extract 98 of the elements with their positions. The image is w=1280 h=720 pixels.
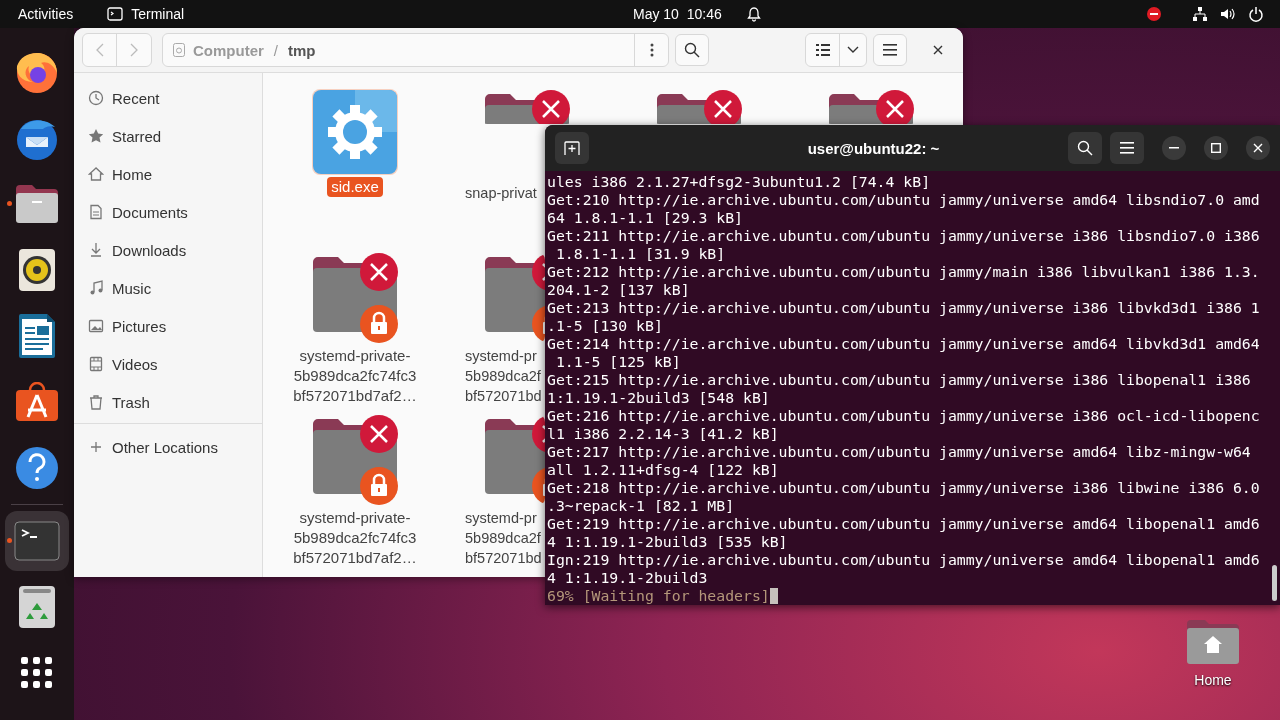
terminal-line: 4 1:1.19.1-2build3 <box>547 569 709 587</box>
minimize-button[interactable] <box>1162 136 1186 160</box>
close-icon <box>1253 143 1263 153</box>
sidebar-item[interactable]: Recent <box>74 79 262 117</box>
more-icon <box>649 43 654 57</box>
maximize-button[interactable] <box>1204 136 1228 160</box>
file-name[interactable]: systemd-private- 5b989dca2fc74fc3 bf572071bd7af2… <box>289 345 421 406</box>
terminal-icon <box>14 521 60 561</box>
terminal-line: 1.8.1-1.1 [31.9 kB] <box>554 245 727 263</box>
clock[interactable]: May 10 10:46 <box>633 6 722 22</box>
terminal-line: 1:1.19.1-2build3 [548 kB] <box>547 389 771 407</box>
sidebar-item[interactable]: Music <box>74 269 262 307</box>
close-icon <box>933 45 943 55</box>
terminal-line: Ign:219 http://ie.archive.ubuntu.com/ubuntu jammy/universe amd64 libopenal1 amd6 <box>547 551 1261 569</box>
activities-button[interactable]: Activities <box>18 6 74 22</box>
file-name[interactable]: systemd-pr 5b989dca2f bf572071bd <box>465 508 542 569</box>
download-icon <box>88 242 104 258</box>
terminal-line: ules i386 2.1.27+dfsg2-3ubuntu1.2 [74.4 kB] <box>547 173 932 191</box>
bell-icon <box>745 6 762 22</box>
volume-icon[interactable] <box>1220 6 1236 22</box>
terminal-line: Get:211 http://ie.archive.ubuntu.com/ubuntu jammy/universe i386 libsndio7.0 i386 <box>547 227 1261 245</box>
terminal-line: 1.1-5 [125 kB] <box>554 353 682 371</box>
menu-icon <box>883 44 897 56</box>
path-crumb[interactable]: tmp <box>288 41 316 59</box>
sidebar-item[interactable]: Videos <box>74 345 262 383</box>
new-tab-button[interactable] <box>555 132 589 164</box>
text-cursor <box>769 588 778 604</box>
picture-icon <box>88 318 104 334</box>
document-icon <box>18 313 56 359</box>
app-menu[interactable]: Terminal <box>131 6 185 22</box>
terminal-line: Get:219 http://ie.archive.ubuntu.com/ubuntu jammy/universe amd64 libopenal1 amd6 <box>547 515 1261 533</box>
terminal-line: Get:216 http://ie.archive.ubuntu.com/ubuntu jammy/universe i386 ocl-icd-libopenc <box>547 407 1261 425</box>
home-folder-icon[interactable] <box>1185 618 1241 666</box>
terminal-line: Get:218 http://ie.archive.ubuntu.com/ubuntu jammy/universe i386 libwine i386 6.0 <box>547 479 1261 497</box>
star-icon <box>88 128 104 144</box>
search-icon <box>684 42 700 58</box>
terminal-line: 204.1-2 [137 kB] <box>547 281 691 299</box>
power-icon[interactable] <box>1248 6 1264 22</box>
terminal-line: Get:210 http://ie.archive.ubuntu.com/ubuntu jammy/universe amd64 libsndio7.0 amd <box>547 191 1261 209</box>
sidebar-item[interactable]: Home <box>74 155 262 193</box>
minimize-icon <box>1169 147 1179 149</box>
sidebar-item[interactable]: Documents <box>74 193 262 231</box>
progress-status: 69% [Waiting for headers] <box>547 587 770 605</box>
terminal-line: .3~repack-1 [82.1 MB] <box>547 497 736 515</box>
trash-icon <box>88 394 104 410</box>
app-grid-icon <box>21 657 53 689</box>
terminal-line: 64 1.8.1-1.1 [29.3 kB] <box>547 209 744 227</box>
plus-icon <box>88 439 104 455</box>
terminal-line: 4 1:1.19.1-2build3 [535 kB] <box>547 533 789 551</box>
window-title: user@ubuntu22: ~ <box>806 139 941 157</box>
desktop-icon-label[interactable]: Home <box>1194 672 1232 688</box>
music-note-icon <box>88 280 104 296</box>
terminal-line: l1 i386 2.2.14-3 [41.2 kB] <box>547 425 780 443</box>
sidebar-item[interactable]: Trash <box>74 383 262 421</box>
terminal-line: Get:217 http://ie.archive.ubuntu.com/ubuntu jammy/universe amd64 libz-mingw-w64 <box>547 443 1252 461</box>
film-icon <box>88 356 104 372</box>
caret-icon <box>847 46 859 54</box>
file-name[interactable]: sid.exe <box>327 177 383 197</box>
sidebar-item[interactable]: Other Locations <box>74 428 262 466</box>
sidebar-item[interactable]: Starred <box>74 117 262 155</box>
maximize-icon <box>1211 143 1221 153</box>
drive-icon <box>173 43 185 57</box>
search-icon <box>1077 140 1093 156</box>
file-name[interactable]: snap-privat <box>465 183 537 203</box>
terminal-line: Get:213 http://ie.archive.ubuntu.com/ubuntu jammy/universe i386 libvkd3d1 i386 1 <box>547 299 1261 317</box>
terminal-line: all 1.2.11+dfsg-4 [122 kB] <box>547 461 780 479</box>
menu-button[interactable] <box>873 34 907 66</box>
document-icon <box>88 204 104 220</box>
list-icon <box>815 44 830 56</box>
shopping-bag-icon <box>14 382 60 422</box>
terminal-line: Get:212 http://ie.archive.ubuntu.com/ubuntu jammy/main i386 libvulkan1 i386 1.3. <box>547 263 1261 281</box>
network-icon[interactable] <box>1192 6 1208 22</box>
trash-icon <box>18 585 56 629</box>
menu-icon <box>1120 142 1134 154</box>
close-button[interactable] <box>1246 136 1270 160</box>
clock-icon <box>88 90 104 106</box>
file-name[interactable]: systemd-pr 5b989dca2f bf572071bd <box>465 345 542 406</box>
terminal-line: Get:214 http://ie.archive.ubuntu.com/ubuntu jammy/universe amd64 libvkd3d1 amd64 <box>547 335 1261 353</box>
folder-icon <box>14 183 60 225</box>
path-separator: / <box>273 41 278 59</box>
search-button[interactable] <box>675 34 709 66</box>
new-tab-icon <box>564 141 580 155</box>
terminal-line: Get:215 http://ie.archive.ubuntu.com/ubuntu jammy/universe i386 libopenal1 i386 <box>547 371 1252 389</box>
help-icon <box>15 446 59 490</box>
terminal-icon <box>107 7 124 21</box>
gear-app-icon[interactable] <box>312 89 398 175</box>
speaker-icon <box>18 248 56 292</box>
chevron-right-icon <box>130 43 138 57</box>
do-not-disturb-icon[interactable] <box>1146 6 1162 22</box>
home-icon <box>88 166 104 182</box>
chevron-left-icon <box>95 43 104 57</box>
sidebar-item[interactable]: Pictures <box>74 307 262 345</box>
file-name[interactable]: systemd-private- 5b989dca2fc74fc3 bf572071bd7af2… <box>289 508 421 569</box>
search-button[interactable] <box>1068 132 1102 164</box>
terminal-line: .1-5 [130 kB] <box>547 317 664 335</box>
sidebar-item[interactable]: Downloads <box>74 231 262 269</box>
menu-button[interactable] <box>1110 132 1144 164</box>
scrollbar[interactable] <box>1272 565 1277 601</box>
